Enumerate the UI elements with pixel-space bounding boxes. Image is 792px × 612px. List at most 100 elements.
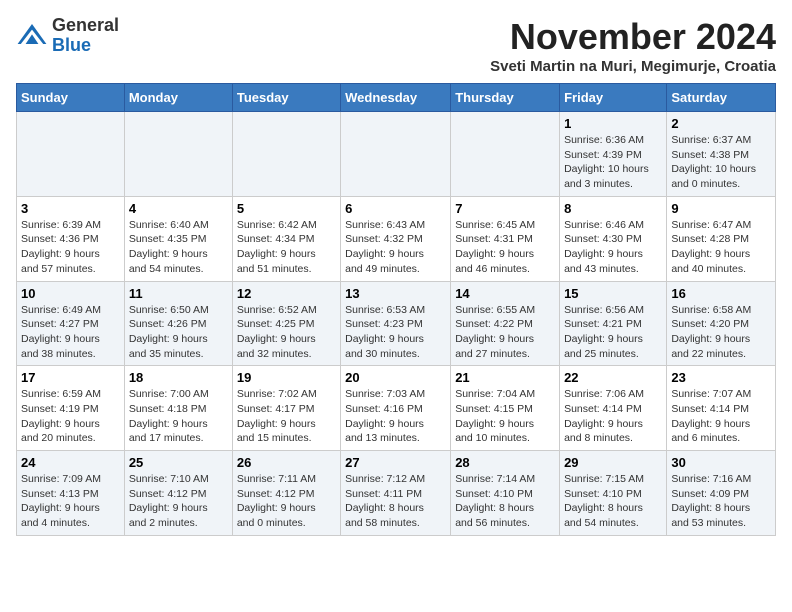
day-number: 16: [671, 286, 771, 301]
day-info: Sunrise: 7:14 AMSunset: 4:10 PMDaylight:…: [455, 472, 555, 531]
calendar-cell: 8 Sunrise: 6:46 AMSunset: 4:30 PMDaylight…: [560, 196, 667, 281]
day-info: Sunrise: 7:00 AMSunset: 4:18 PMDaylight:…: [129, 387, 228, 446]
calendar-cell: 20 Sunrise: 7:03 AMSunset: 4:16 PMDayligh…: [341, 366, 451, 451]
calendar-cell: 7Sunrise: 6:45 AMSunset: 4:31 PMDaylight…: [451, 196, 560, 281]
calendar-body: 1 Sunrise: 6:36 AMSunset: 4:39 PMDaylight…: [17, 112, 776, 536]
day-info: Sunrise: 7:15 AMSunset: 4:10 PMDaylight:…: [564, 472, 662, 531]
day-number: 19: [237, 370, 336, 385]
calendar-cell: 23 Sunrise: 7:07 AMSunset: 4:14 PMDayligh…: [667, 366, 776, 451]
day-number: 1: [564, 116, 662, 131]
calendar-cell: 11Sunrise: 6:50 AMSunset: 4:26 PMDayligh…: [124, 281, 232, 366]
day-info: Sunrise: 7:06 AMSunset: 4:14 PMDaylight:…: [564, 387, 662, 446]
calendar-cell: 30 Sunrise: 7:16 AMSunset: 4:09 PMDayligh…: [667, 451, 776, 536]
day-info: Sunrise: 7:03 AMSunset: 4:16 PMDaylight:…: [345, 387, 446, 446]
day-info: Sunrise: 6:39 AMSunset: 4:36 PMDaylight:…: [21, 218, 120, 277]
day-number: 18: [129, 370, 228, 385]
week-row-3: 10 Sunrise: 6:49 AMSunset: 4:27 PMDayligh…: [17, 281, 776, 366]
weekday-header-friday: Friday: [560, 84, 667, 112]
header: General Blue November 2024 Sveti Martin …: [16, 16, 776, 75]
day-number: 21: [455, 370, 555, 385]
day-number: 29: [564, 455, 662, 470]
calendar-cell: 24Sunrise: 7:09 AMSunset: 4:13 PMDayligh…: [17, 451, 125, 536]
calendar-cell: [124, 112, 232, 197]
logo-line2: Blue: [52, 36, 119, 56]
day-info: Sunrise: 6:45 AMSunset: 4:31 PMDaylight:…: [455, 218, 555, 277]
day-number: 20: [345, 370, 446, 385]
weekday-header-monday: Monday: [124, 84, 232, 112]
week-row-4: 17 Sunrise: 6:59 AMSunset: 4:19 PMDayligh…: [17, 366, 776, 451]
week-row-1: 1 Sunrise: 6:36 AMSunset: 4:39 PMDaylight…: [17, 112, 776, 197]
day-info: Sunrise: 6:42 AMSunset: 4:34 PMDaylight:…: [237, 218, 336, 277]
day-info: Sunrise: 6:55 AMSunset: 4:22 PMDaylight:…: [455, 303, 555, 362]
day-info: Sunrise: 6:58 AMSunset: 4:20 PMDaylight:…: [671, 303, 771, 362]
day-number: 4: [129, 201, 228, 216]
day-number: 8: [564, 201, 662, 216]
day-number: 28: [455, 455, 555, 470]
calendar-cell: [17, 112, 125, 197]
calendar-header: SundayMondayTuesdayWednesdayThursdayFrid…: [17, 84, 776, 112]
day-number: 27: [345, 455, 446, 470]
day-info: Sunrise: 6:50 AMSunset: 4:26 PMDaylight:…: [129, 303, 228, 362]
calendar-cell: 1 Sunrise: 6:36 AMSunset: 4:39 PMDaylight…: [560, 112, 667, 197]
week-row-2: 3 Sunrise: 6:39 AMSunset: 4:36 PMDaylight…: [17, 196, 776, 281]
day-info: Sunrise: 7:07 AMSunset: 4:14 PMDaylight:…: [671, 387, 771, 446]
day-info: Sunrise: 6:56 AMSunset: 4:21 PMDaylight:…: [564, 303, 662, 362]
weekday-header-tuesday: Tuesday: [232, 84, 340, 112]
day-info: Sunrise: 6:53 AMSunset: 4:23 PMDaylight:…: [345, 303, 446, 362]
day-info: Sunrise: 7:16 AMSunset: 4:09 PMDaylight:…: [671, 472, 771, 531]
day-info: Sunrise: 6:49 AMSunset: 4:27 PMDaylight:…: [21, 303, 120, 362]
title-area: November 2024 Sveti Martin na Muri, Megi…: [490, 16, 776, 75]
calendar-cell: 13 Sunrise: 6:53 AMSunset: 4:23 PMDayligh…: [341, 281, 451, 366]
calendar-cell: 10 Sunrise: 6:49 AMSunset: 4:27 PMDayligh…: [17, 281, 125, 366]
calendar-cell: 29 Sunrise: 7:15 AMSunset: 4:10 PMDayligh…: [560, 451, 667, 536]
calendar-cell: 28 Sunrise: 7:14 AMSunset: 4:10 PMDayligh…: [451, 451, 560, 536]
day-number: 3: [21, 201, 120, 216]
week-row-5: 24Sunrise: 7:09 AMSunset: 4:13 PMDayligh…: [17, 451, 776, 536]
calendar-cell: 6 Sunrise: 6:43 AMSunset: 4:32 PMDaylight…: [341, 196, 451, 281]
day-info: Sunrise: 6:52 AMSunset: 4:25 PMDaylight:…: [237, 303, 336, 362]
day-number: 10: [21, 286, 120, 301]
day-number: 12: [237, 286, 336, 301]
calendar-cell: 14Sunrise: 6:55 AMSunset: 4:22 PMDayligh…: [451, 281, 560, 366]
logo-line1: General: [52, 16, 119, 36]
day-info: Sunrise: 7:04 AMSunset: 4:15 PMDaylight:…: [455, 387, 555, 446]
calendar-cell: [232, 112, 340, 197]
calendar-cell: 9Sunrise: 6:47 AMSunset: 4:28 PMDaylight…: [667, 196, 776, 281]
month-title: November 2024: [490, 16, 776, 58]
day-number: 17: [21, 370, 120, 385]
day-number: 5: [237, 201, 336, 216]
calendar-cell: 21 Sunrise: 7:04 AMSunset: 4:15 PMDayligh…: [451, 366, 560, 451]
day-info: Sunrise: 6:59 AMSunset: 4:19 PMDaylight:…: [21, 387, 120, 446]
logo-icon: [16, 20, 48, 52]
day-number: 25: [129, 455, 228, 470]
day-info: Sunrise: 6:43 AMSunset: 4:32 PMDaylight:…: [345, 218, 446, 277]
calendar: SundayMondayTuesdayWednesdayThursdayFrid…: [16, 83, 776, 536]
calendar-cell: 12 Sunrise: 6:52 AMSunset: 4:25 PMDayligh…: [232, 281, 340, 366]
weekday-header-wednesday: Wednesday: [341, 84, 451, 112]
weekday-header-saturday: Saturday: [667, 84, 776, 112]
calendar-cell: 26Sunrise: 7:11 AMSunset: 4:12 PMDayligh…: [232, 451, 340, 536]
weekday-header-sunday: Sunday: [17, 84, 125, 112]
day-info: Sunrise: 6:36 AMSunset: 4:39 PMDaylight:…: [564, 133, 662, 192]
calendar-cell: 19Sunrise: 7:02 AMSunset: 4:17 PMDayligh…: [232, 366, 340, 451]
day-number: 6: [345, 201, 446, 216]
day-info: Sunrise: 7:09 AMSunset: 4:13 PMDaylight:…: [21, 472, 120, 531]
calendar-cell: 5 Sunrise: 6:42 AMSunset: 4:34 PMDaylight…: [232, 196, 340, 281]
calendar-cell: 4Sunrise: 6:40 AMSunset: 4:35 PMDaylight…: [124, 196, 232, 281]
calendar-cell: 22Sunrise: 7:06 AMSunset: 4:14 PMDayligh…: [560, 366, 667, 451]
day-info: Sunrise: 7:10 AMSunset: 4:12 PMDaylight:…: [129, 472, 228, 531]
day-number: 30: [671, 455, 771, 470]
calendar-cell: [451, 112, 560, 197]
day-number: 13: [345, 286, 446, 301]
day-number: 2: [671, 116, 771, 131]
day-number: 23: [671, 370, 771, 385]
day-info: Sunrise: 6:46 AMSunset: 4:30 PMDaylight:…: [564, 218, 662, 277]
day-number: 15: [564, 286, 662, 301]
day-info: Sunrise: 7:11 AMSunset: 4:12 PMDaylight:…: [237, 472, 336, 531]
weekday-header-thursday: Thursday: [451, 84, 560, 112]
calendar-cell: 15 Sunrise: 6:56 AMSunset: 4:21 PMDayligh…: [560, 281, 667, 366]
calendar-cell: 16 Sunrise: 6:58 AMSunset: 4:20 PMDayligh…: [667, 281, 776, 366]
calendar-cell: 3 Sunrise: 6:39 AMSunset: 4:36 PMDaylight…: [17, 196, 125, 281]
logo-text: General Blue: [52, 16, 119, 56]
calendar-cell: [341, 112, 451, 197]
